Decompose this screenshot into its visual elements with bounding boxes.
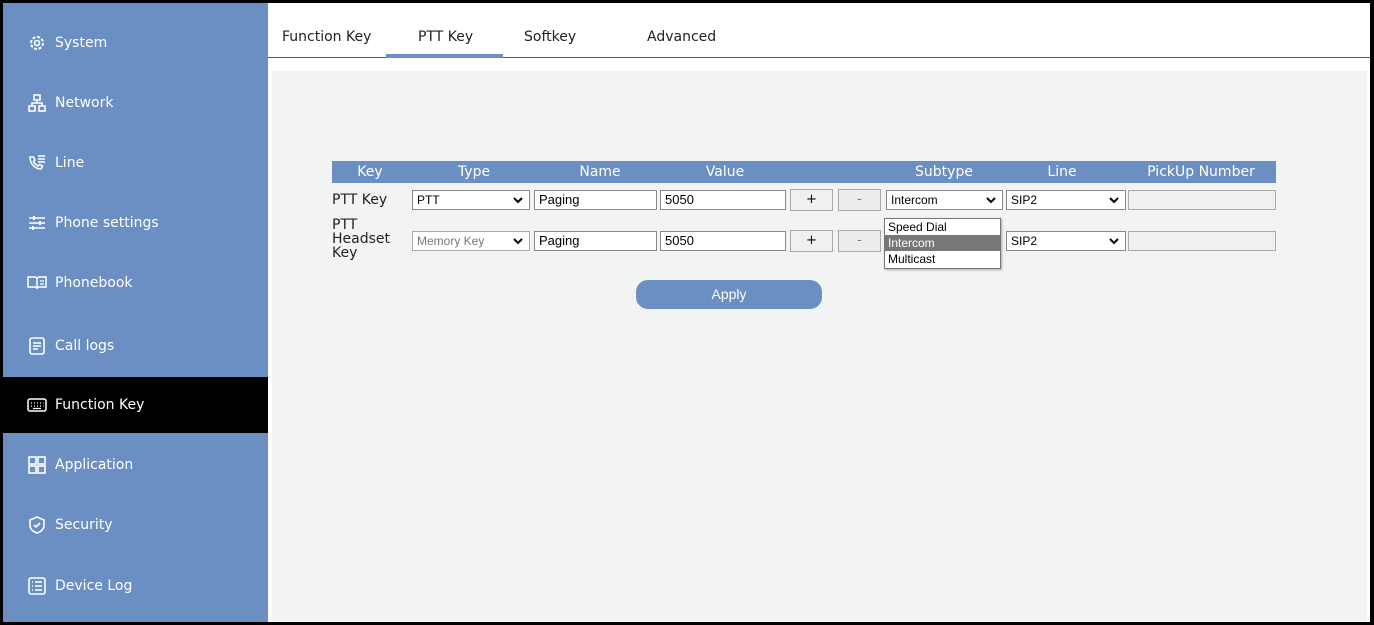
line-select[interactable]: SIP2 [1006,190,1126,210]
type-select[interactable]: PTT [412,190,530,210]
active-tab-indicator [386,54,503,58]
sidebar-item-label: Line [55,155,85,171]
sidebar-item-label: System [55,35,108,51]
tab-bar: Function Key PTT Key Softkey Advanced [268,3,1370,58]
column-header-value: Value [705,164,745,180]
column-header-type: Type [457,164,491,180]
tab-function-key[interactable]: Function Key [282,29,371,45]
subtype-dropdown-list: Speed Dial Intercom Multicast [884,218,1001,269]
pickup-number-input[interactable] [1128,231,1276,251]
column-header-line: Line [1047,164,1077,180]
chevron-down-icon [1109,197,1119,204]
list-icon [27,576,47,596]
table-header: Key Type Name Value Subtype Line PickUp … [332,161,1276,183]
add-button[interactable]: + [790,189,833,211]
gear-icon [27,33,47,53]
value-input[interactable]: 5050 [660,231,786,251]
chevron-down-icon [1109,238,1119,245]
network-icon [27,93,47,113]
sidebar-item-label: Security [55,517,113,533]
sidebar-item-device-log[interactable]: Device Log [3,558,268,614]
column-header-pickup-number: PickUp Number [1147,164,1255,180]
tab-advanced[interactable]: Advanced [647,29,716,45]
chevron-down-icon [513,238,523,245]
column-header-key: Key [357,164,383,180]
book-icon [27,273,47,293]
app-frame: System Network Line Phone settings Phone… [3,3,1370,622]
sidebar-item-application[interactable]: Application [3,437,268,493]
chevron-down-icon [513,197,523,204]
remove-button[interactable]: - [838,230,881,252]
sidebar-item-label: Phonebook [55,275,133,291]
dropdown-option-speed-dial[interactable]: Speed Dial [885,219,1000,235]
pickup-number-input[interactable] [1128,190,1276,210]
row-key-label: PTT Key [332,192,388,208]
remove-button[interactable]: - [838,189,881,211]
sidebar-item-network[interactable]: Network [3,75,268,131]
sidebar-item-security[interactable]: Security [3,497,268,553]
sidebar-item-label: Device Log [55,578,133,594]
apply-button[interactable]: Apply [636,280,822,309]
document-icon [27,336,47,356]
column-header-subtype: Subtype [915,164,973,180]
sidebar-item-call-logs[interactable]: Call logs [3,318,268,374]
line-select[interactable]: SIP2 [1006,231,1126,251]
sidebar-item-phone-settings[interactable]: Phone settings [3,195,268,251]
subtype-select[interactable]: Intercom [886,190,1003,210]
sidebar-item-label: Call logs [55,338,115,354]
sidebar-item-label: Phone settings [55,215,159,231]
dropdown-option-multicast[interactable]: Multicast [885,251,1000,267]
main-panel: Function Key PTT Key Softkey Advanced Ke… [268,3,1370,622]
sidebar-item-label: Application [55,457,134,473]
grid-icon [27,455,47,475]
sidebar-item-function-key[interactable]: Function Key [3,377,268,433]
name-input[interactable]: Paging [534,231,657,251]
content-area: Key Type Name Value Subtype Line PickUp … [272,71,1367,622]
sidebar-item-label: Function Key [55,397,145,413]
row-key-label: PTT Headset Key [332,217,391,261]
sidebar-item-system[interactable]: System [3,15,268,71]
sidebar: System Network Line Phone settings Phone… [3,3,268,622]
phone-lines-icon [27,153,47,173]
chevron-down-icon [986,197,996,204]
value-input[interactable]: 5050 [660,190,786,210]
name-input[interactable]: Paging [534,190,657,210]
sidebar-item-line[interactable]: Line [3,135,268,191]
keyboard-icon [27,395,47,415]
type-select[interactable]: Memory Key [412,231,530,251]
tab-softkey[interactable]: Softkey [524,29,576,45]
shield-icon [27,515,47,535]
dropdown-option-intercom[interactable]: Intercom [885,235,1000,251]
sliders-icon [27,213,47,233]
tab-ptt-key[interactable]: PTT Key [418,29,473,45]
sidebar-item-label: Network [55,95,114,111]
add-button[interactable]: + [790,230,833,252]
sidebar-item-phonebook[interactable]: Phonebook [3,255,268,311]
column-header-name: Name [579,164,621,180]
